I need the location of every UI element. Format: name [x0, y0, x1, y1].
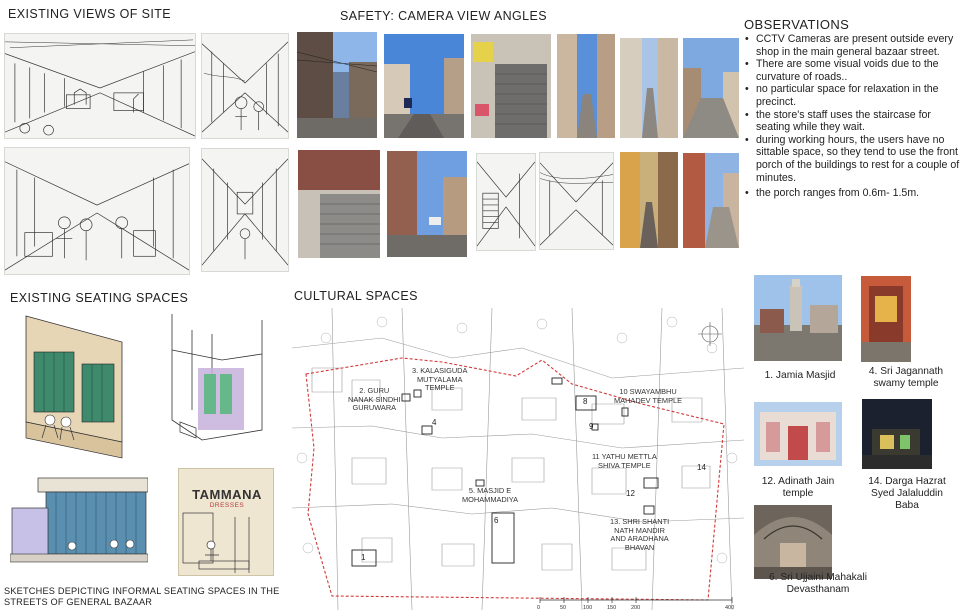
camera-view-photo	[384, 34, 464, 138]
map-label-1: 1	[361, 553, 366, 562]
photo-caption: 14. Darga Hazrat Syed Jalaluddin Baba	[868, 476, 946, 511]
observation-item: There are some visual voids due to the c…	[744, 58, 966, 83]
map-label-6: 6	[494, 516, 499, 525]
scale-tick: 400	[725, 605, 735, 611]
camera-view-photo	[557, 34, 615, 138]
map-label-yathu-mettla: 11 YATHU METTLA SHIVA TEMPLE	[592, 452, 657, 470]
existing-views-heading: EXISTING VIEWS OF SITE	[8, 7, 171, 21]
map-label-14: 14	[697, 463, 706, 472]
camera-view-photo	[471, 34, 551, 138]
scale-tick: 200	[631, 605, 641, 611]
seating-sketch	[162, 310, 272, 460]
site-view-sketch	[201, 148, 289, 272]
site-view-sketch	[201, 33, 289, 139]
map-label-swayambhu: 10 SWAYAMBHU MAHADEV TEMPLE	[614, 387, 683, 405]
camera-view-sketch	[539, 152, 614, 250]
scale-tick: 100	[583, 605, 593, 611]
adinath-jain-temple-photo	[754, 402, 842, 466]
observation-item: CCTV Cameras are present outside every s…	[744, 33, 966, 58]
map-label-masjid: 5. MASJID E MOHAMMADIYA	[462, 486, 519, 504]
site-view-sketch	[4, 33, 196, 139]
seating-heading: EXISTING SEATING SPACES	[10, 291, 189, 305]
camera-view-sketch	[476, 153, 536, 251]
observations-list: CCTV Cameras are present outside every s…	[744, 33, 966, 200]
photo-caption: 12. Adinath Jain temple	[761, 476, 835, 499]
cultural-heading: CULTURAL SPACES	[294, 289, 418, 303]
camera-view-photo	[683, 38, 739, 138]
observations-heading: OBSERVATIONS	[744, 17, 850, 32]
seating-note: SKETCHES DEPICTING INFORMAL SEATING SPAC…	[4, 586, 280, 607]
jagannath-temple-photo	[861, 276, 911, 362]
seating-sketch	[9, 470, 149, 576]
darga-photo	[862, 399, 932, 469]
scale-tick: 50	[560, 605, 567, 611]
camera-view-photo	[297, 32, 377, 138]
camera-view-photo	[387, 151, 467, 257]
ujjaini-mahakali-photo	[754, 505, 832, 579]
photo-caption: 6. Sri Ujjaini Mahakali Devasthanam	[769, 572, 867, 595]
map-label-9: 9	[589, 422, 594, 431]
scale-tick: 150	[607, 605, 617, 611]
photo-caption: 1. Jamia Masjid	[764, 370, 836, 381]
observation-item: no particular space for relaxation in th…	[744, 83, 966, 108]
camera-view-photo	[620, 152, 678, 248]
cultural-spaces-map: 2. GURU NANAK SINDHI GURUWARA 3. KALASIG…	[291, 307, 745, 611]
scale-tick: 0	[537, 605, 541, 611]
map-label-12: 12	[626, 489, 635, 498]
map-label-shri-shanti: 13. SHRI SHANTI NATH MANDIR AND ARADHANA…	[610, 517, 670, 552]
observation-item: the porch ranges from 0.6m- 1.5m.	[744, 187, 966, 200]
observation-item: during working hours, the users have no …	[744, 134, 966, 184]
map-label-kalasiguda: 3. KALASIGUDA MUTYALAMA TEMPLE	[412, 366, 468, 393]
seating-sketch: TAMMANA DRESSES	[178, 468, 274, 576]
map-label-4: 4	[432, 418, 437, 427]
site-view-sketch	[4, 147, 190, 275]
jamia-masjid-photo	[754, 275, 842, 361]
observation-item: the store's staff uses the staircase for…	[744, 109, 966, 134]
camera-view-photo	[298, 150, 380, 258]
photo-caption: 4. Sri Jagannath swamy temple	[868, 366, 944, 389]
seating-sketch	[22, 312, 140, 462]
map-label-guru-nanak: 2. GURU NANAK SINDHI GURUWARA	[348, 386, 401, 413]
map-label-8: 8	[583, 397, 588, 406]
safety-heading: SAFETY: CAMERA VIEW ANGLES	[340, 9, 547, 23]
camera-view-photo	[683, 153, 739, 248]
camera-view-photo	[620, 38, 678, 138]
